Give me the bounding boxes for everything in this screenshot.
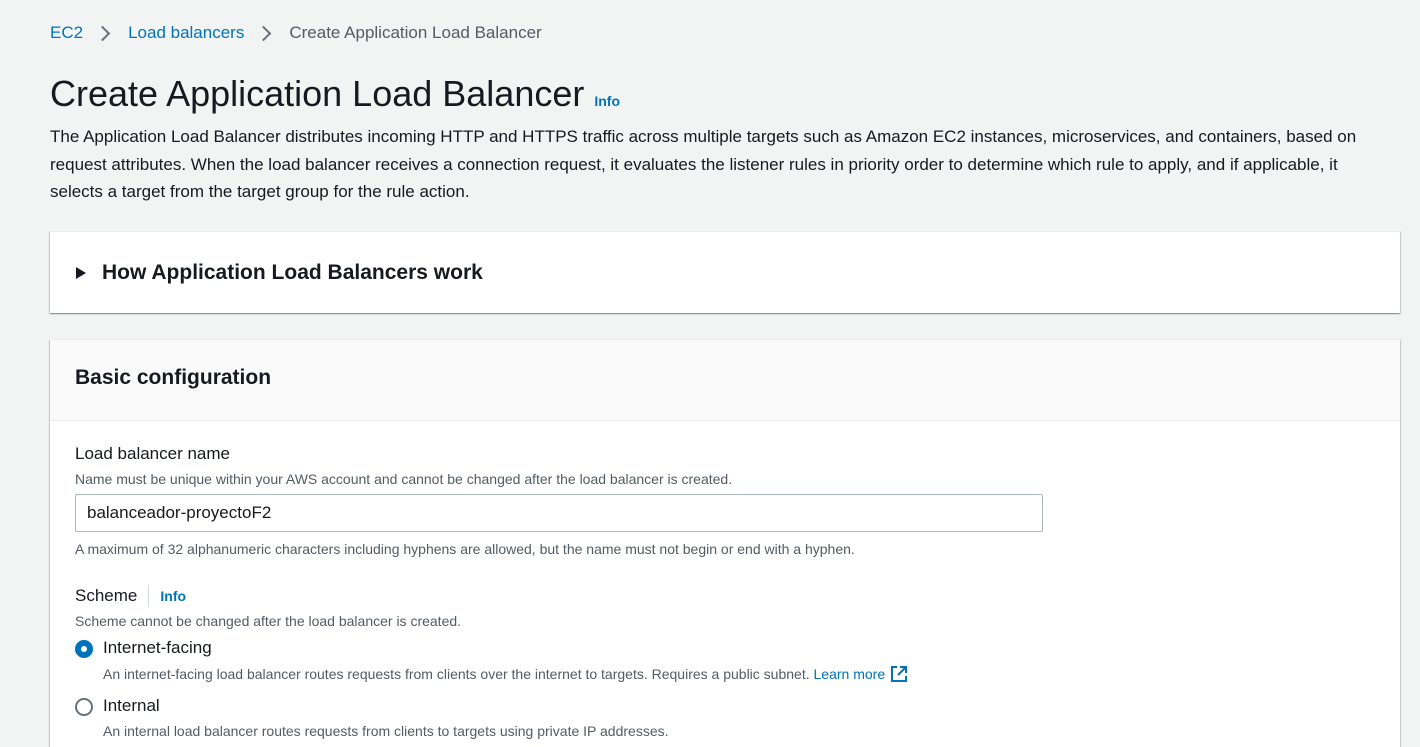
how-it-works-toggle[interactable]: How Application Load Balancers work <box>76 232 483 313</box>
radio-internal[interactable] <box>75 698 93 716</box>
chevron-right-icon <box>94 25 111 41</box>
page-description: The Application Load Balancer distribute… <box>50 127 1357 201</box>
page: EC2 Load balancers Create Application Lo… <box>0 0 1420 747</box>
radio-internet-facing[interactable] <box>75 640 93 658</box>
external-link-icon <box>891 666 908 682</box>
page-title: Create Application Load Balancer <box>50 73 585 114</box>
chevron-right-icon <box>256 25 272 41</box>
radio-internal-description: An internal load balancer routes request… <box>103 723 669 739</box>
load-balancer-name-input[interactable] <box>75 494 1043 532</box>
caret-right-icon <box>76 266 86 279</box>
learn-more-link[interactable]: Learn more <box>814 665 909 683</box>
basic-configuration-panel: Basic configuration Load balancer name N… <box>50 339 1400 747</box>
scheme-description: Scheme cannot be changed after the load … <box>75 613 462 629</box>
load-balancer-name-constraint: A maximum of 32 alphanumeric characters … <box>75 541 855 557</box>
basic-configuration-title: Basic configuration <box>75 366 272 389</box>
scheme-info-link[interactable]: Info <box>160 588 186 604</box>
radio-internal-label[interactable]: Internal <box>103 695 160 717</box>
how-it-works-title: How Application Load Balancers work <box>102 260 483 284</box>
basic-configuration-header: Basic configuration <box>50 340 1400 421</box>
internet-facing-description-text: An internet-facing load balancer routes … <box>103 666 810 682</box>
radio-internet-facing-description: An internet-facing load balancer routes … <box>103 665 908 683</box>
radio-internet-facing-label[interactable]: Internet-facing <box>103 637 212 659</box>
scheme-label-row: Scheme Info <box>75 585 186 607</box>
load-balancer-name-description: Name must be unique within your AWS acco… <box>75 471 733 487</box>
breadcrumb-current: Create Application Load Balancer <box>289 23 542 42</box>
title-info-link[interactable]: Info <box>594 93 620 109</box>
scheme-label: Scheme <box>75 586 138 605</box>
learn-more-label: Learn more <box>813 666 886 682</box>
how-it-works-expander: How Application Load Balancers work <box>50 231 1400 313</box>
divider <box>148 585 150 607</box>
title-row: Create Application Load Balancer Info <box>50 74 620 114</box>
load-balancer-name-label: Load balancer name <box>75 444 231 463</box>
breadcrumb-ec2[interactable]: EC2 <box>50 22 83 44</box>
breadcrumb-load-balancers[interactable]: Load balancers <box>128 22 244 44</box>
breadcrumb: EC2 Load balancers Create Application Lo… <box>50 22 542 44</box>
